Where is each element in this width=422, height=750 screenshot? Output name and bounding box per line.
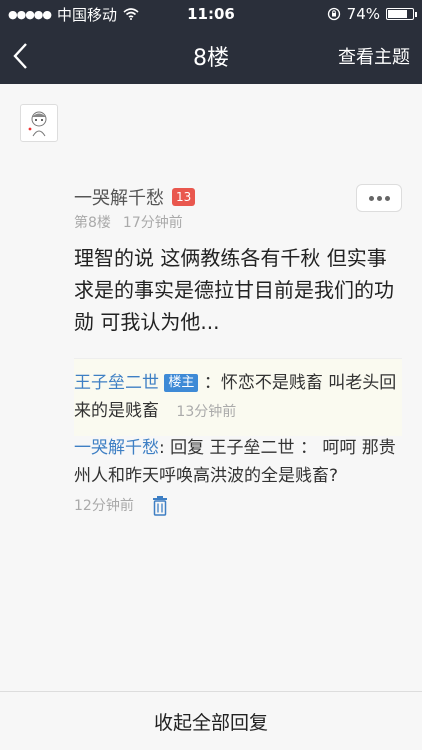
signal-icon: ●●●●● bbox=[8, 7, 52, 21]
collapse-replies-button[interactable]: 收起全部回复 bbox=[0, 691, 422, 750]
more-options-button[interactable] bbox=[356, 184, 402, 212]
status-bar: ●●●●● 中国移动 11:06 74% bbox=[0, 0, 422, 28]
reply-meta: 12分钟前 bbox=[74, 492, 404, 520]
view-topic-button[interactable]: 查看主题 bbox=[338, 43, 410, 69]
avatar[interactable] bbox=[20, 104, 58, 142]
trash-icon[interactable] bbox=[152, 496, 168, 516]
reply-item[interactable]: 王子垒二世 楼主 ：怀恋不是贱畜 叫老头回来的是贱畜 13分钟前 bbox=[74, 358, 402, 436]
nav-bar: 8楼 查看主题 bbox=[0, 28, 422, 84]
battery-icon bbox=[386, 8, 417, 20]
chevron-left-icon bbox=[13, 43, 27, 69]
post-content: 理智的说 这俩教练各有千秋 但实事求是的事实是德拉甘目前是我们的功勋 可我认为他… bbox=[74, 246, 394, 334]
floor-label: 第8楼 bbox=[74, 215, 111, 231]
reply-time: 12分钟前 bbox=[74, 498, 134, 514]
more-dot-icon bbox=[368, 195, 374, 201]
avatar-image-icon bbox=[28, 111, 47, 137]
status-right: 74% bbox=[327, 5, 417, 23]
battery-percent: 74% bbox=[346, 5, 380, 23]
post-meta: 第8楼 17分钟前 bbox=[74, 212, 183, 232]
more-dot-icon bbox=[376, 195, 382, 201]
status-left: ●●●●● 中国移动 bbox=[8, 4, 139, 25]
post-time: 17分钟前 bbox=[122, 215, 183, 231]
carrier-label: 中国移动 bbox=[57, 5, 118, 24]
level-badge: 13 bbox=[172, 188, 196, 206]
rotation-lock-icon bbox=[327, 7, 340, 21]
back-button[interactable] bbox=[12, 28, 52, 84]
author-name[interactable]: 一哭解千愁 bbox=[74, 184, 164, 210]
reply-user[interactable]: 一哭解千愁 bbox=[74, 438, 159, 458]
post: 一哭解千愁 13 第8楼 17分钟前 理智的说 这俩教练各有千秋 但实事求是的事… bbox=[0, 84, 422, 516]
reply-user[interactable]: 王子垒二世 bbox=[74, 373, 159, 393]
more-dot-icon bbox=[384, 195, 390, 201]
reply-time: 13分钟前 bbox=[176, 404, 237, 420]
author-line: 一哭解千愁 13 bbox=[74, 184, 196, 210]
reply-item[interactable]: 一哭解千愁: 回复 王子垒二世 ： 呵呵 那贵州人和昨天呼唤高洪波的全是贱畜? … bbox=[74, 434, 404, 520]
owner-badge: 楼主 bbox=[164, 374, 199, 392]
wifi-icon bbox=[123, 8, 139, 20]
